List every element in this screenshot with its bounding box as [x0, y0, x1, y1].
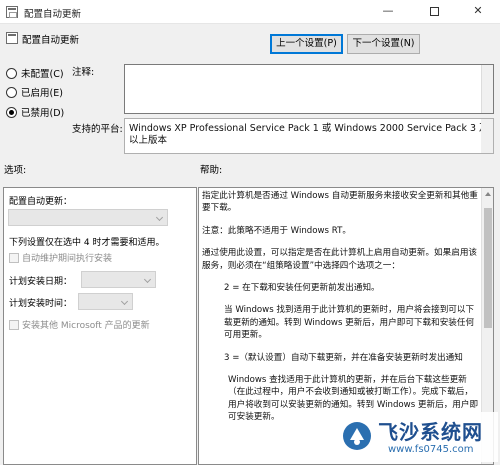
policy-setting-icon [6, 32, 18, 44]
help-paragraph: 注意：此策略不适用于 Windows RT。 [202, 225, 351, 236]
options-label: 选项: [4, 165, 27, 176]
radio-enabled-label: 已启用(E) [21, 88, 63, 99]
next-setting-button[interactable]: 下一个设置(N) [347, 34, 420, 54]
scroll-up-arrow-icon[interactable] [485, 192, 491, 196]
policy-window-icon [6, 6, 18, 18]
other-products-checkbox[interactable]: 安装其他 Microsoft 产品的更新 [9, 318, 150, 331]
options-note: 下列设置仅在选中 4 时才需要和适用。 [9, 238, 165, 248]
help-paragraph: 指定此计算机是否通过 Windows 自动更新服务来接收安全更新和其他重要下载。 [202, 191, 478, 214]
help-text: 指定此计算机是否通过 Windows 自动更新服务来接收安全更新和其他重要下载。… [202, 190, 480, 434]
radio-enabled[interactable]: 已启用(E) [6, 85, 63, 99]
help-paragraph: 当 Windows 找到适用于此计算机的更新时，用户将会接到可以下载更新的通知。… [224, 305, 475, 341]
schedule-time-dropdown[interactable] [78, 293, 133, 310]
configure-updates-label: 配置自动更新： [9, 197, 73, 207]
radio-enabled-circle[interactable] [6, 86, 17, 98]
supported-platform-box: Windows XP Professional Service Pack 1 或… [124, 118, 494, 154]
window-title: 配置自动更新 [24, 9, 82, 20]
maximize-icon [429, 6, 439, 16]
radio-not-configured[interactable]: 未配置(C) [6, 66, 64, 80]
help-paragraph: 通过使用此设置，可以指定是否在此计算机上启用自动更新。如果启用该服务，则必须在“… [202, 248, 478, 271]
maximize-button[interactable] [412, 0, 456, 22]
close-button[interactable]: ✕ [456, 0, 500, 22]
comment-scrollbar[interactable] [481, 65, 493, 113]
watermark-title: 飞沙系统网 [378, 420, 483, 444]
watermark-url: www.fs0745.com [388, 444, 474, 455]
supported-platform-value: Windows XP Professional Service Pack 1 或… [129, 123, 489, 146]
options-panel: 配置自动更新： 下列设置仅在选中 4 时才需要和适用。 自动维护期间执行安装 计… [3, 187, 197, 465]
schedule-day-label: 计划安装日期： [9, 277, 73, 287]
platform-scrollbar[interactable] [481, 119, 493, 153]
configure-updates-dropdown[interactable] [8, 209, 168, 226]
maintenance-install-box[interactable] [9, 252, 19, 263]
watermark: 飞沙系统网 www.fs0745.com [338, 412, 498, 462]
title-bar: 配置自动更新 — ✕ [0, 0, 500, 24]
watermark-logo-icon [343, 422, 371, 450]
supported-platform-label: 支持的平台: [72, 124, 123, 135]
radio-disabled-label: 已禁用(D) [21, 108, 65, 119]
help-label: 帮助: [200, 165, 223, 176]
help-paragraph: 2 = 在下载和安装任何更新前发出通知。 [224, 283, 380, 294]
radio-not-configured-label: 未配置(C) [21, 69, 64, 80]
comment-textarea[interactable] [124, 64, 494, 114]
help-scroll-thumb[interactable] [484, 208, 492, 328]
other-products-box[interactable] [9, 319, 19, 330]
comment-label: 注释: [72, 67, 95, 78]
minimize-button[interactable]: — [366, 0, 410, 22]
maintenance-install-label: 自动维护期间执行安装 [22, 254, 113, 264]
other-products-label: 安装其他 Microsoft 产品的更新 [22, 321, 150, 331]
policy-title: 配置自动更新 [22, 35, 80, 46]
schedule-time-label: 计划安装时间： [9, 299, 73, 309]
previous-setting-button[interactable]: 上一个设置(P) [270, 34, 343, 54]
maintenance-install-checkbox[interactable]: 自动维护期间执行安装 [9, 251, 112, 264]
help-paragraph: 3 =（默认设置）自动下载更新，并在准备安装更新时发出通知 [224, 352, 463, 363]
radio-disabled-circle[interactable] [6, 106, 17, 118]
radio-not-configured-circle[interactable] [6, 67, 17, 79]
radio-disabled[interactable]: 已禁用(D) [6, 105, 64, 119]
schedule-day-dropdown[interactable] [81, 271, 156, 288]
